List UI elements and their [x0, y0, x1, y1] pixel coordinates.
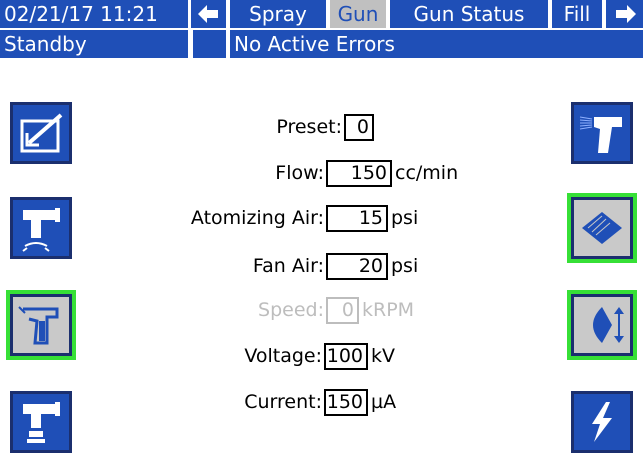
spray-gun-button[interactable] [6, 290, 76, 360]
speed-row: Speed: 0 kRPM [234, 296, 414, 324]
current-label: Current: [244, 391, 322, 413]
speed-label: Speed: [258, 299, 324, 321]
fan-air-unit: psi [391, 255, 419, 277]
nav-right-button[interactable] [606, 0, 643, 28]
fan-pattern-button[interactable] [567, 193, 637, 263]
tab-spray[interactable]: Spray [230, 0, 326, 28]
fan-width-adjust-button[interactable] [567, 290, 637, 360]
arrow-left-icon [197, 5, 218, 23]
tab-gun[interactable]: Gun [330, 0, 386, 28]
flow-field[interactable]: 150 [326, 159, 392, 187]
fan-air-label: Fan Air: [252, 255, 324, 277]
fan-pattern-icon [582, 212, 622, 244]
tab-fill[interactable]: Fill [552, 0, 602, 28]
voltage-field[interactable]: 100 [324, 342, 368, 370]
rotary-bell-icon [23, 402, 60, 443]
fan-air-field[interactable]: 20 [326, 252, 388, 280]
tab-gun-status[interactable]: Gun Status [390, 0, 548, 28]
voltage-row: Voltage: 100 kV [234, 342, 395, 370]
speed-field: 0 [326, 296, 359, 324]
nav-left-button[interactable] [191, 0, 226, 28]
edit-button[interactable] [10, 102, 72, 164]
preset-label: Preset: [276, 116, 342, 138]
atomizing-air-row: Atomizing Air: 15 psi [170, 204, 418, 232]
arrow-right-icon [615, 5, 636, 23]
top-navigation-bar: 02/21/17 11:21 Spray Gun Gun Status Fill [0, 0, 643, 29]
current-row: Current: 150 µA [234, 388, 396, 416]
voltage-label: Voltage: [244, 345, 322, 367]
status-bar: Standby No Active Errors [0, 30, 643, 58]
edit-icon [20, 113, 63, 153]
voltage-unit: kV [371, 345, 396, 367]
datetime-display: 02/21/17 11:21 [0, 0, 188, 28]
atomizing-air-label: Atomizing Air: [190, 207, 324, 229]
rotary-bell-button[interactable] [10, 391, 72, 453]
speed-unit: kRPM [362, 299, 415, 321]
current-unit: µA [371, 391, 397, 413]
flow-label: Flow: [275, 162, 324, 184]
spray-gun-icon [18, 306, 59, 345]
current-field[interactable]: 150 [324, 388, 368, 416]
status-indicator [193, 30, 226, 58]
flow-row: Flow: 150 cc/min [234, 159, 458, 187]
high-voltage-icon [592, 402, 612, 442]
fan-width-adjust-icon [593, 307, 624, 343]
spray-gun-trigger-icon [579, 116, 622, 153]
spray-gun-trigger-button[interactable] [571, 102, 633, 164]
atomizing-air-field[interactable]: 15 [326, 204, 388, 232]
high-voltage-button[interactable] [571, 391, 633, 453]
fan-air-row: Fan Air: 20 psi [234, 252, 418, 280]
error-status: No Active Errors [230, 30, 643, 58]
preset-field[interactable]: 0 [344, 113, 374, 141]
flow-unit: cc/min [395, 162, 459, 184]
atomizing-air-unit: psi [391, 207, 419, 229]
system-mode-status: Standby [0, 30, 188, 58]
preset-row: Preset: 0 [234, 113, 377, 141]
rotary-applicator-icon [22, 208, 60, 252]
rotary-applicator-button[interactable] [10, 197, 72, 259]
